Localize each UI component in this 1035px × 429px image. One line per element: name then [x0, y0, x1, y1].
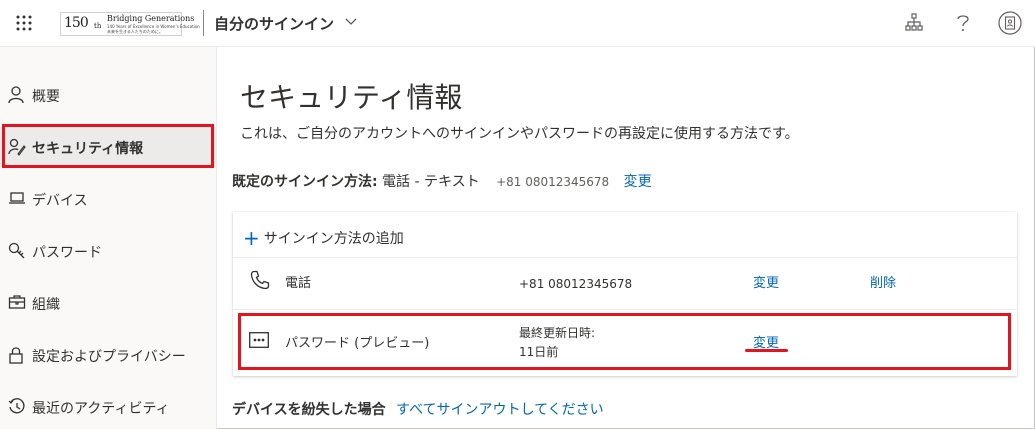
plus-icon: + — [243, 226, 260, 250]
lost-device-label: デバイスを紛失した場合 — [232, 402, 386, 418]
briefcase-icon — [8, 295, 26, 309]
top-bar: 150 th Bridging Generations 140 Years of… — [0, 0, 1035, 47]
highlight-underline-change — [745, 349, 788, 352]
card-divider — [233, 257, 1017, 258]
add-method-label: サインイン方法の追加 — [263, 231, 404, 247]
sidebar-item-label: 最近のアクティビティ — [32, 401, 170, 417]
sidebar-item-label: 概要 — [32, 89, 60, 105]
sidebar-item-label: パスワード — [32, 245, 102, 261]
change-phone-link[interactable]: 変更 — [753, 272, 779, 291]
lock-icon — [9, 347, 23, 364]
card-divider — [233, 309, 1017, 310]
highlight-box-password-row — [238, 313, 1011, 370]
sidebar-item-overview[interactable]: 概要 — [0, 75, 216, 115]
add-sign-in-method-button[interactable]: + サインイン方法の追加 — [243, 224, 404, 250]
change-default-method-link[interactable]: 変更 — [624, 174, 652, 190]
org-chart-icon[interactable] — [905, 13, 923, 31]
default-method-value: 電話 - テキスト — [382, 174, 480, 190]
sidebar-item-password[interactable]: パスワード — [0, 231, 216, 271]
chevron-down-icon[interactable] — [345, 18, 357, 26]
sidebar-item-label: デバイス — [32, 193, 88, 209]
sidebar-item-devices[interactable]: デバイス — [0, 179, 216, 219]
sidebar: 概要 セキュリティ情報 デバイス パスワード 組織 設定およびプライバシー 最近… — [0, 47, 217, 429]
logo-subline-jp: 未来を生きる人たちのために。 — [107, 29, 163, 34]
highlight-box-security-info — [2, 124, 214, 168]
default-sign-in-method: 既定のサインイン方法: 電話 - テキスト +81 08012345678 変更 — [232, 171, 652, 191]
sidebar-item-organizations[interactable]: 組織 — [0, 283, 216, 323]
history-icon — [8, 398, 25, 414]
help-icon[interactable] — [956, 13, 970, 33]
method-detail-phone: +81 08012345678 — [519, 277, 633, 291]
laptop-icon — [9, 192, 25, 204]
default-method-phone: +81 08012345678 — [496, 175, 610, 189]
logo-suffix: th — [94, 22, 102, 30]
sidebar-item-label: 設定およびプライバシー — [32, 349, 186, 365]
page-description: これは、ご自分のアカウントへのサインインやパスワードの再設定に使用する方法です。 — [240, 126, 799, 142]
app-title[interactable]: 自分のサインイン — [214, 13, 334, 34]
sidebar-item-label: 組織 — [32, 297, 60, 313]
organization-logo[interactable]: 150 th Bridging Generations 140 Years of… — [60, 12, 200, 36]
app-launcher-icon[interactable] — [16, 15, 32, 31]
default-method-label: 既定のサインイン方法: — [232, 174, 378, 190]
user-avatar-icon[interactable] — [998, 11, 1022, 35]
method-name-phone: 電話 — [285, 276, 312, 291]
sign-out-everywhere-link[interactable]: すべてサインアウトしてください — [396, 402, 604, 418]
sidebar-item-recent-activity[interactable]: 最近のアクティビティ — [0, 387, 216, 427]
logo-number: 150 — [64, 15, 89, 31]
sidebar-item-settings-privacy[interactable]: 設定およびプライバシー — [0, 335, 216, 375]
logo-tagline: Bridging Generations — [107, 14, 195, 23]
person-icon — [8, 86, 24, 104]
phone-icon — [250, 270, 270, 290]
lost-device-line: デバイスを紛失した場合 すべてサインアウトしてください — [232, 399, 604, 419]
delete-phone-link[interactable]: 削除 — [870, 272, 896, 291]
key-icon — [8, 242, 25, 259]
page-title: セキュリティ情報 — [240, 81, 463, 114]
header-divider — [203, 10, 204, 36]
